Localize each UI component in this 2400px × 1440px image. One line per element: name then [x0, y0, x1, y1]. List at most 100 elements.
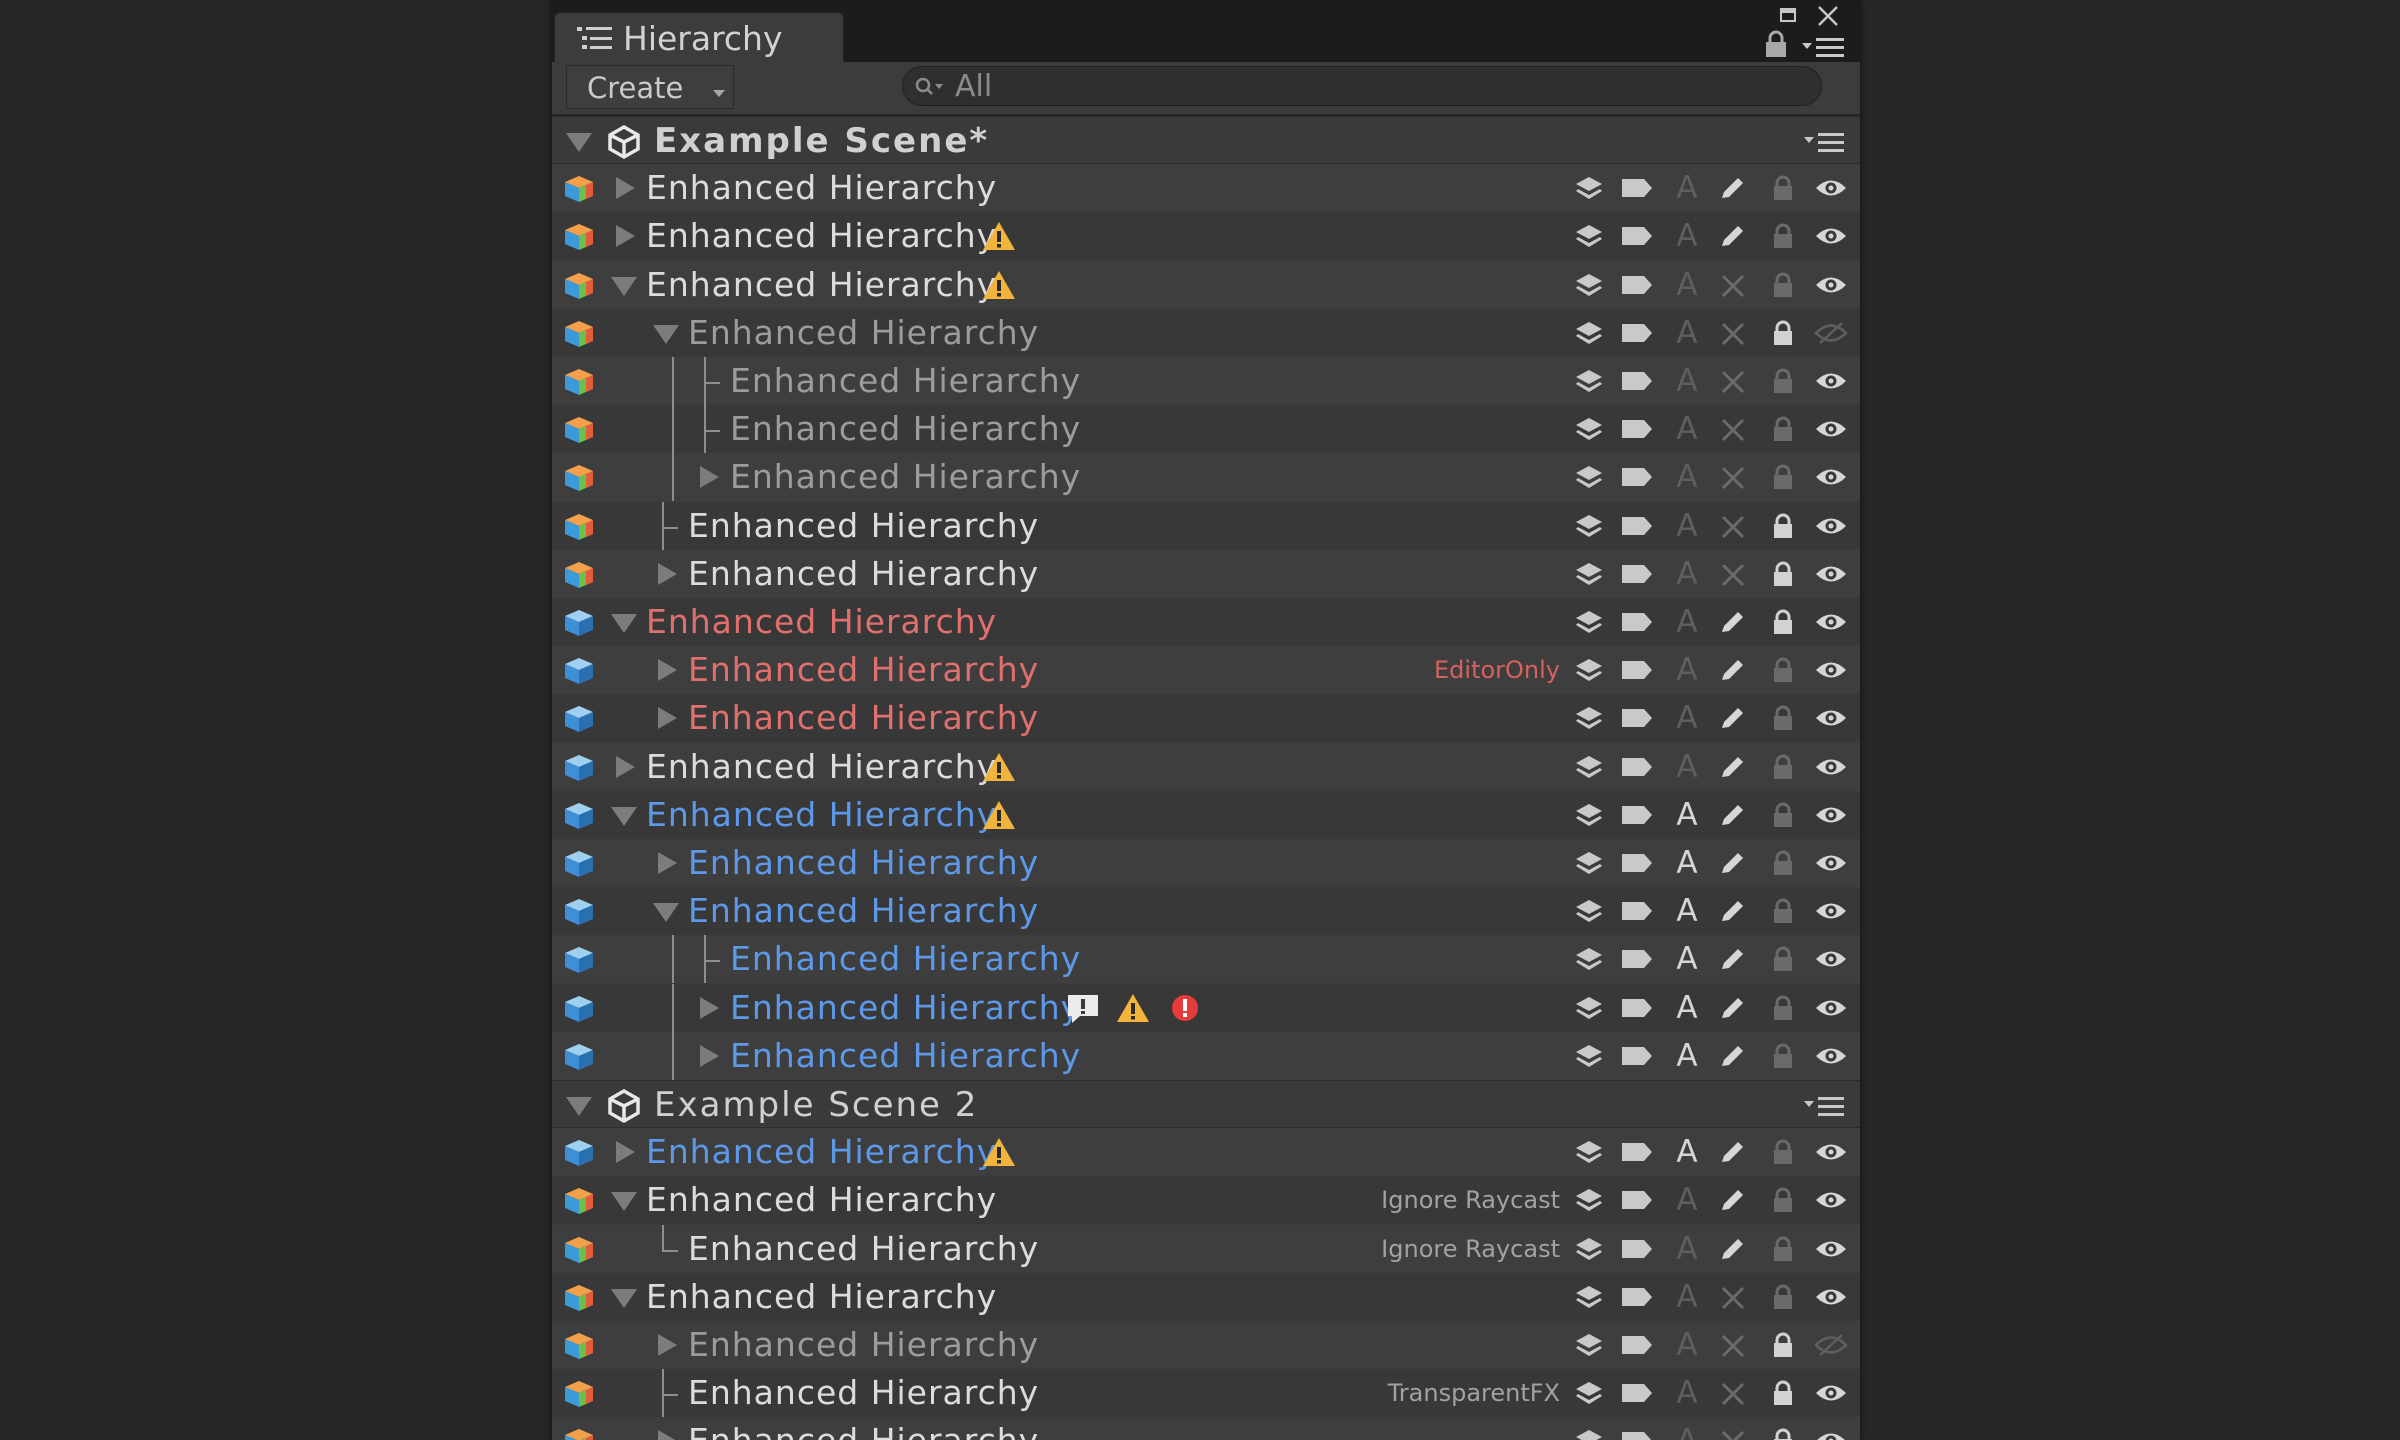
warning-icon[interactable]: [982, 220, 1016, 252]
tag-icon[interactable]: [1620, 1331, 1654, 1359]
hierarchy-row[interactable]: Enhanced Hierarchy A: [552, 164, 1860, 212]
layer-icon[interactable]: [1574, 560, 1604, 588]
lock-icon[interactable]: [1768, 656, 1798, 684]
lock-icon[interactable]: [1768, 1379, 1798, 1407]
tag-icon[interactable]: [1620, 801, 1654, 829]
tag-icon[interactable]: [1620, 1283, 1654, 1311]
static-icon[interactable]: A: [1672, 462, 1702, 493]
lock-icon[interactable]: [1768, 463, 1798, 491]
tag-icon[interactable]: [1620, 1186, 1654, 1214]
static-icon[interactable]: A: [1672, 752, 1702, 783]
tag-icon[interactable]: [1620, 463, 1654, 491]
lock-icon[interactable]: [1768, 560, 1798, 588]
foldout-arrow-icon[interactable]: [700, 466, 719, 488]
eye-icon[interactable]: [1814, 753, 1848, 781]
layer-icon[interactable]: [1574, 1186, 1604, 1214]
static-icon[interactable]: A: [1672, 414, 1702, 445]
edit-icon[interactable]: [1718, 1138, 1748, 1166]
tag-icon[interactable]: [1620, 1379, 1654, 1407]
foldout-arrow-icon[interactable]: [616, 756, 635, 778]
lock-icon[interactable]: [1768, 849, 1798, 877]
hierarchy-row[interactable]: Enhanced Hierarchy A: [552, 1032, 1860, 1080]
eye-icon[interactable]: [1814, 1235, 1848, 1263]
no-edit-icon[interactable]: [1718, 463, 1748, 491]
hierarchy-row[interactable]: Enhanced Hierarchy A: [552, 357, 1860, 405]
foldout-arrow-icon[interactable]: [700, 997, 719, 1019]
static-icon[interactable]: A: [1672, 1330, 1702, 1361]
static-icon[interactable]: A: [1672, 1234, 1702, 1265]
warning-icon[interactable]: [982, 1136, 1016, 1168]
eye-icon[interactable]: [1814, 608, 1848, 636]
tag-icon[interactable]: [1620, 897, 1654, 925]
eye-icon[interactable]: [1814, 1138, 1848, 1166]
scene-menu-icon[interactable]: [1804, 131, 1846, 153]
static-icon[interactable]: A: [1672, 1426, 1702, 1440]
no-edit-icon[interactable]: [1718, 1283, 1748, 1311]
static-icon[interactable]: A: [1672, 1041, 1702, 1072]
hierarchy-row[interactable]: Enhanced Hierarchy A: [552, 212, 1860, 260]
eye-icon[interactable]: [1814, 463, 1848, 491]
lock-icon[interactable]: [1768, 222, 1798, 250]
hierarchy-row[interactable]: Enhanced Hierarchy EditorOnly A: [552, 646, 1860, 694]
foldout-arrow-icon[interactable]: [658, 1430, 677, 1440]
lock-icon[interactable]: [1768, 801, 1798, 829]
hierarchy-row[interactable]: Enhanced Hierarchy A: [552, 839, 1860, 887]
no-edit-icon[interactable]: [1718, 1379, 1748, 1407]
static-icon[interactable]: A: [1672, 318, 1702, 349]
layer-icon[interactable]: [1574, 512, 1604, 540]
static-icon[interactable]: A: [1672, 559, 1702, 590]
create-button[interactable]: Create: [566, 65, 734, 109]
static-icon[interactable]: A: [1672, 173, 1702, 204]
tag-icon[interactable]: [1620, 512, 1654, 540]
tag-icon[interactable]: [1620, 560, 1654, 588]
eye-icon[interactable]: [1814, 174, 1848, 202]
foldout-arrow-icon[interactable]: [658, 659, 677, 681]
edit-icon[interactable]: [1718, 945, 1748, 973]
foldout-arrow-icon[interactable]: [658, 707, 677, 729]
hierarchy-row[interactable]: Enhanced Hierarchy TransparentFX A: [552, 1369, 1860, 1417]
foldout-arrow-icon[interactable]: [700, 1045, 719, 1067]
static-icon[interactable]: A: [1672, 1282, 1702, 1313]
search-input[interactable]: [902, 66, 1822, 106]
lock-icon[interactable]: [1768, 271, 1798, 299]
hierarchy-row[interactable]: Enhanced Hierarchy A: [552, 1417, 1860, 1440]
foldout-arrow-icon[interactable]: [653, 903, 679, 922]
eye-icon[interactable]: [1814, 1042, 1848, 1070]
scene-header[interactable]: Example Scene*: [552, 116, 1860, 164]
hierarchy-row[interactable]: Enhanced Hierarchy A: [552, 261, 1860, 309]
eye-icon[interactable]: [1814, 367, 1848, 395]
eye-icon[interactable]: [1814, 512, 1848, 540]
foldout-arrow-icon[interactable]: [611, 614, 637, 633]
eye-icon[interactable]: [1814, 704, 1848, 732]
layer-icon[interactable]: [1574, 367, 1604, 395]
hierarchy-row[interactable]: Enhanced Hierarchy A: [552, 935, 1860, 983]
no-edit-icon[interactable]: [1718, 415, 1748, 443]
foldout-arrow-icon[interactable]: [658, 563, 677, 585]
layer-icon[interactable]: [1574, 415, 1604, 443]
hierarchy-row[interactable]: Enhanced Hierarchy A: [552, 791, 1860, 839]
eye-icon[interactable]: [1814, 1186, 1848, 1214]
foldout-arrow-icon[interactable]: [658, 852, 677, 874]
tag-icon[interactable]: [1620, 1427, 1654, 1440]
layer-icon[interactable]: [1574, 222, 1604, 250]
no-edit-icon[interactable]: [1718, 367, 1748, 395]
warning-icon[interactable]: [982, 799, 1016, 831]
edit-icon[interactable]: [1718, 656, 1748, 684]
foldout-arrow-icon[interactable]: [611, 277, 637, 296]
layer-icon[interactable]: [1574, 945, 1604, 973]
hierarchy-row[interactable]: Enhanced Hierarchy A: [552, 694, 1860, 742]
layer-icon[interactable]: [1574, 801, 1604, 829]
hierarchy-row[interactable]: Enhanced Hierarchy Ignore Raycast A: [552, 1225, 1860, 1273]
eye-icon[interactable]: [1814, 801, 1848, 829]
comment-icon[interactable]: [1066, 992, 1100, 1024]
layer-icon[interactable]: [1574, 897, 1604, 925]
menu-icon[interactable]: [1802, 36, 1846, 58]
warning-icon[interactable]: [1116, 992, 1150, 1024]
no-edit-icon[interactable]: [1718, 271, 1748, 299]
layer-icon[interactable]: [1574, 849, 1604, 877]
edit-icon[interactable]: [1718, 801, 1748, 829]
edit-icon[interactable]: [1718, 1042, 1748, 1070]
lock-icon[interactable]: [1768, 512, 1798, 540]
static-icon[interactable]: A: [1672, 703, 1702, 734]
layer-icon[interactable]: [1574, 1138, 1604, 1166]
